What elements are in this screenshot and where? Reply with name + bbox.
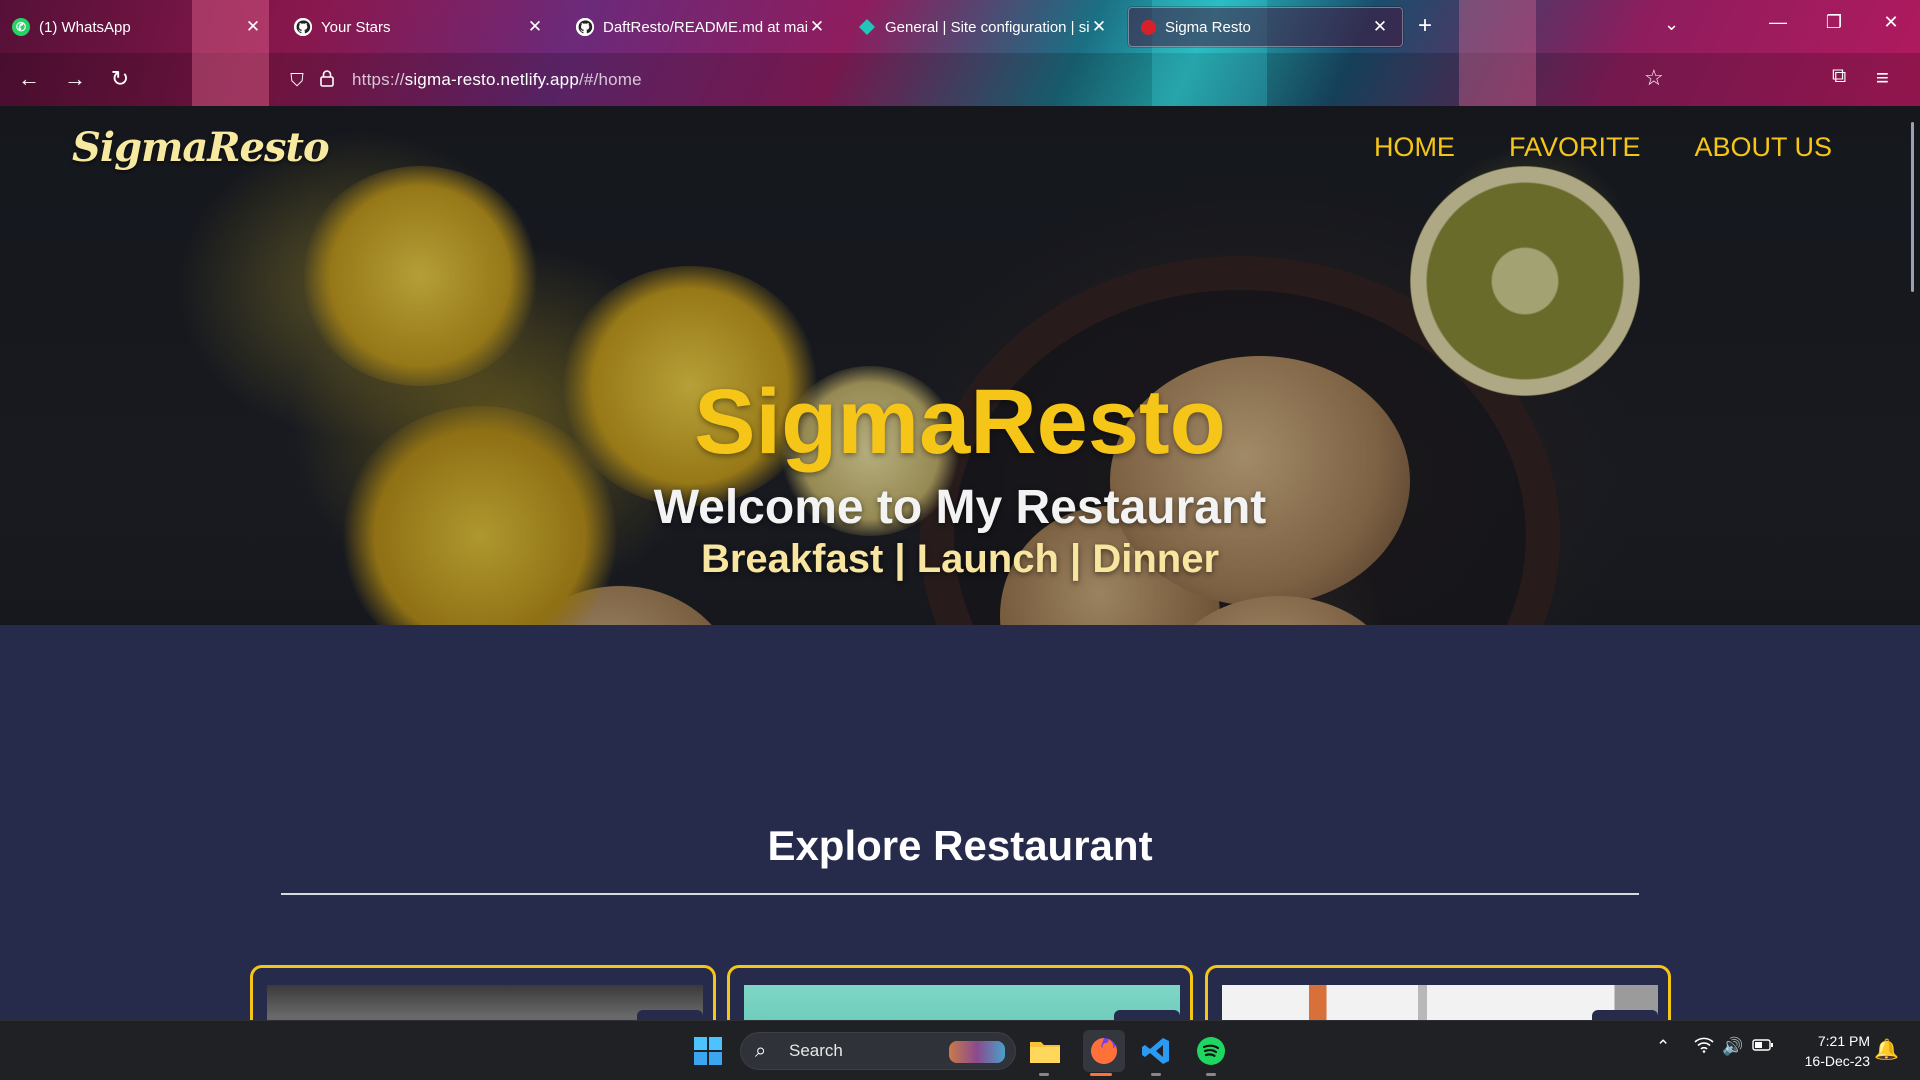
notification-bell-icon[interactable]: 🔔 [1874,1037,1899,1062]
tab-close-icon[interactable]: ✕ [243,17,263,37]
github-icon [576,18,594,36]
site-nav: HOME FAVORITE ABOUT US [1374,132,1832,163]
wifi-icon[interactable] [1694,1037,1714,1058]
tab-netlify[interactable]: General | Site configuration | sig ✕ [846,7,1121,47]
lock-icon[interactable] [312,69,342,92]
firefox-icon[interactable] [1083,1030,1125,1072]
clock[interactable]: 7:21 PM 16-Dec-23 [1786,1031,1870,1071]
new-tab-icon[interactable]: + [1418,14,1432,38]
active-indicator [1090,1073,1112,1076]
hero-subtitle: Welcome to My Restaurant [653,481,1267,534]
running-indicator [1206,1073,1216,1076]
battery-icon[interactable] [1752,1037,1774,1057]
netlify-icon [858,18,876,36]
hero-flower-image [300,166,540,386]
nav-about-us-link[interactable]: ABOUT US [1694,132,1832,163]
tray-chevron-icon[interactable]: ⌃ [1656,1037,1670,1057]
address-bar[interactable]: ⛉ https://sigma-resto.netlify.app/#/home [282,62,1662,98]
url-path: /#/home [578,70,642,89]
tab-readme[interactable]: DaftResto/README.md at main ✕ [564,7,839,47]
tab-close-icon[interactable]: ✕ [1370,17,1390,37]
hero-lemon-image [1410,166,1640,396]
taskbar: ⌕ Search ⌃ 🔊 7:21 PM 16-Dec-23 🔔 [0,1020,1920,1080]
taskbar-search-label: Search [789,1041,843,1060]
site-icon [1141,19,1156,35]
section-title: Explore Restaurant [767,822,1153,869]
site-logo[interactable]: SigmaResto [72,124,330,171]
tab-close-icon[interactable]: ✕ [525,17,545,37]
tab-title: DaftResto/README.md at main [603,18,807,36]
tab-close-icon[interactable]: ✕ [807,17,827,37]
browser-toolbar: ← → ↻ ⛉ https://sigma-resto.netlify.app/… [0,54,1920,106]
tab-sigma-resto[interactable]: Sigma Resto ✕ [1128,7,1403,47]
explore-section [0,625,1920,914]
running-indicator [1151,1073,1161,1076]
search-icon: ⌕ [755,1039,767,1062]
reload-icon[interactable]: ↻ [105,66,135,92]
extensions-icon[interactable]: ⧉ [1832,65,1846,88]
shield-icon[interactable]: ⛉ [282,70,312,91]
back-icon[interactable]: ← [14,66,44,92]
forward-icon[interactable]: → [60,66,90,92]
window-close-icon[interactable]: ✕ [1876,12,1906,33]
tab-whatsapp[interactable]: ✆ (1) WhatsApp ✕ [0,7,275,47]
section-divider [281,893,1639,895]
running-indicator [1039,1073,1049,1076]
tab-close-icon[interactable]: ✕ [1089,17,1109,37]
tab-title: (1) WhatsApp [39,18,131,36]
taskbar-search[interactable]: ⌕ Search [740,1032,1016,1070]
page-scrollbar[interactable] [1911,122,1914,292]
spotify-icon[interactable] [1193,1033,1229,1069]
url-text[interactable]: https://sigma-resto.netlify.app/#/home [352,70,642,90]
tab-your-stars[interactable]: Your Stars ✕ [282,7,557,47]
tab-list-icon[interactable]: ⌄ [1664,14,1679,35]
clock-date: 16-Dec-23 [1804,1053,1870,1069]
vscode-icon[interactable] [1138,1033,1174,1069]
clock-time: 7:21 PM [1817,1033,1870,1049]
tab-title: Your Stars [321,18,391,36]
file-explorer-icon[interactable] [1027,1033,1063,1069]
tab-title: Sigma Resto [1165,18,1251,36]
tab-title: General | Site configuration | sig [885,18,1089,36]
volume-icon[interactable]: 🔊 [1722,1037,1743,1057]
url-scheme: https:// [352,70,405,89]
nav-home-link[interactable]: HOME [1374,132,1455,163]
tab-strip: ✆ (1) WhatsApp ✕ Your Stars ✕ DaftResto/… [0,0,1920,54]
hero-meals: Breakfast | Launch | Dinner [700,537,1220,581]
hero-title: SigmaResto [694,371,1226,473]
hero-text: SigmaResto Welcome to My Restaurant Brea… [0,376,1920,582]
windows-start-icon[interactable] [690,1033,726,1069]
bookmark-star-icon[interactable]: ☆ [1644,65,1664,91]
search-highlight-icon [949,1041,1005,1063]
github-icon [294,18,312,36]
menu-icon[interactable]: ≡ [1876,65,1889,91]
nav-favorite-link[interactable]: FAVORITE [1509,132,1641,163]
minimize-icon[interactable]: — [1763,12,1793,33]
restore-icon[interactable]: ❐ [1819,12,1849,33]
whatsapp-icon: ✆ [12,18,30,36]
url-host: sigma-resto.netlify.app [404,70,579,89]
browser-chrome: ✆ (1) WhatsApp ✕ Your Stars ✕ DaftResto/… [0,0,1920,106]
